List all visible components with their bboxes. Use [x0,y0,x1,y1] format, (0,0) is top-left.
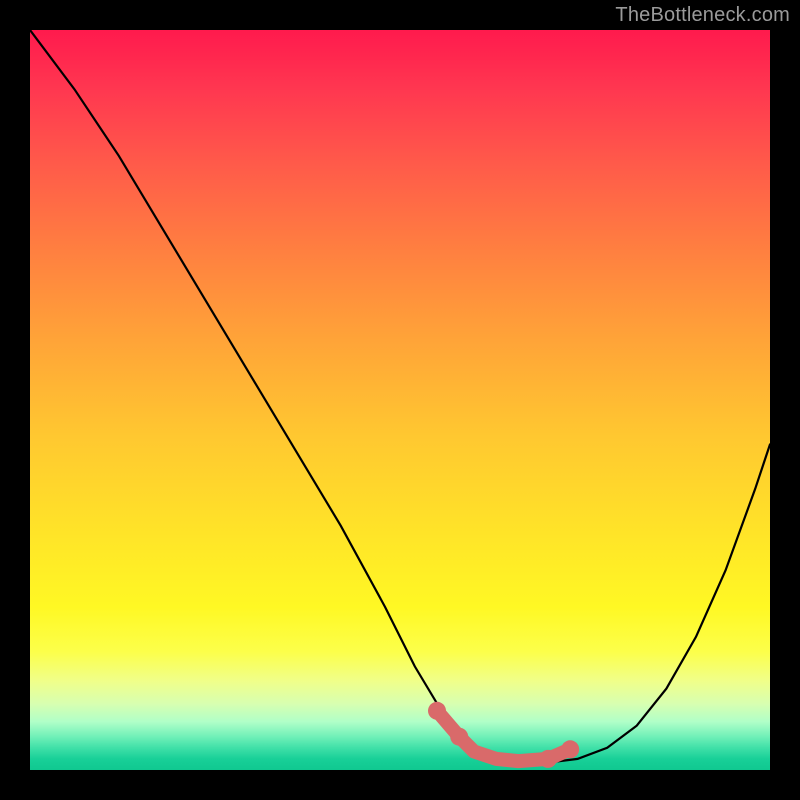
bottleneck-curve [30,30,770,763]
highlight-dot [428,702,446,720]
highlight-dot [561,740,579,758]
highlight-dot [539,750,557,768]
chart-frame: TheBottleneck.com [0,0,800,800]
highlight-dot [450,728,468,746]
watermark-text: TheBottleneck.com [615,4,790,27]
chart-svg-layer [30,30,770,770]
